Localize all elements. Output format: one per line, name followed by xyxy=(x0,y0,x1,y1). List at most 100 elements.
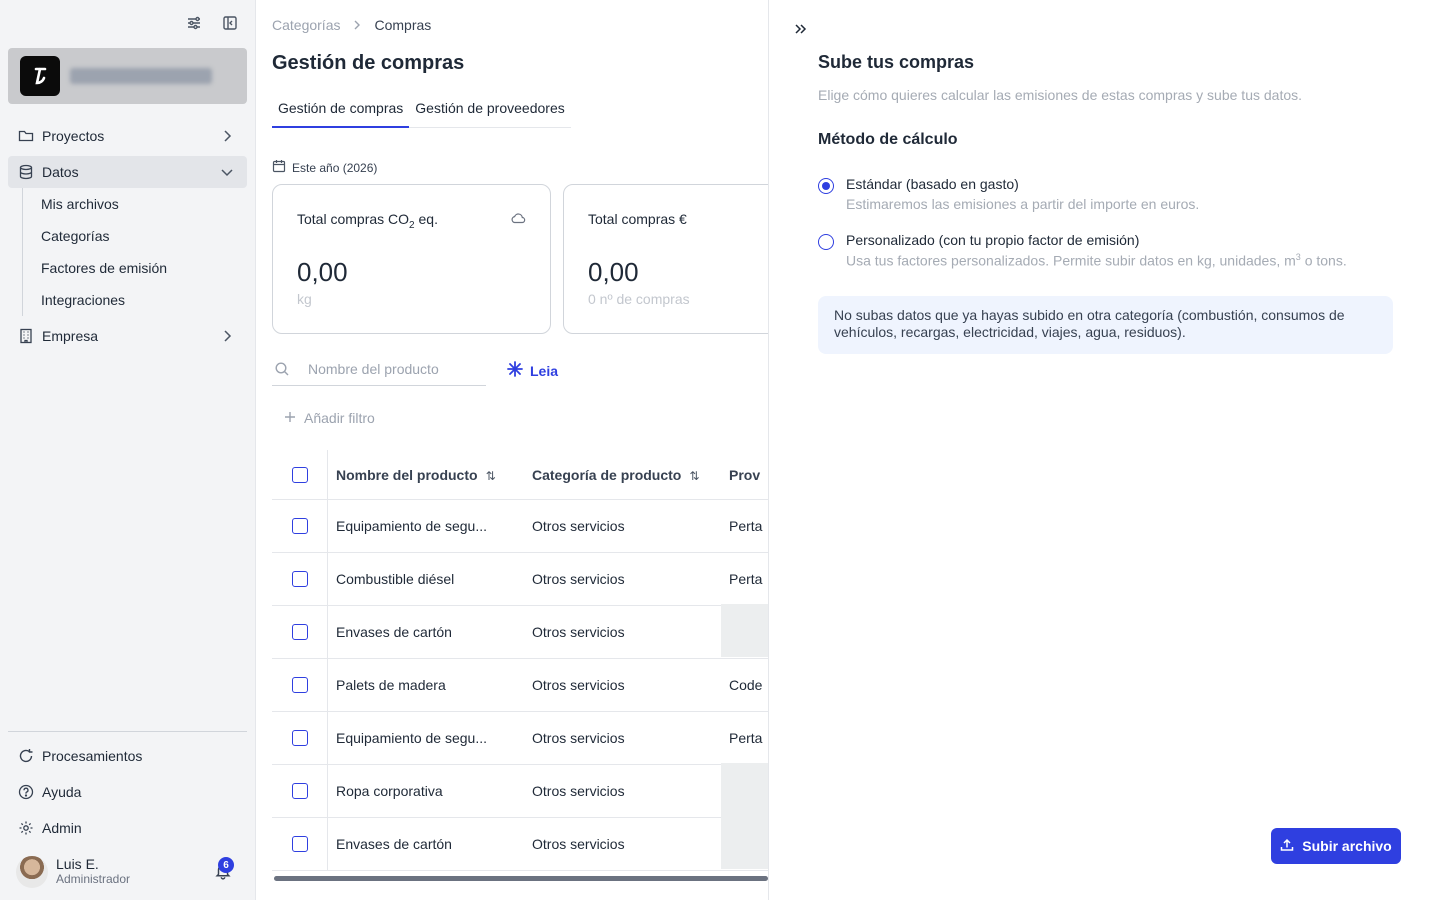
sidebar-toggle-icon[interactable] xyxy=(221,14,239,32)
organization-switcher[interactable] xyxy=(8,48,247,104)
row-checkbox[interactable] xyxy=(291,624,308,640)
sidebar-item-label: Ayuda xyxy=(42,784,82,800)
add-filter-button[interactable]: Añadir filtro xyxy=(284,410,375,426)
kpi-unit: kg xyxy=(297,291,312,307)
option-label: Personalizado (con tu propio factor de e… xyxy=(846,232,1140,248)
cell-category: Otros servicios xyxy=(532,624,625,640)
kpi-card-euros: Total compras € 0,00 0 nº de compras xyxy=(563,184,768,334)
tab-gestion-proveedores[interactable]: Gestión de proveedores xyxy=(409,96,570,128)
cell-category: Otros servicios xyxy=(532,571,625,587)
sidebar-item-label: Admin xyxy=(42,820,82,836)
sidebar-subitem-integraciones[interactable]: Integraciones xyxy=(41,284,247,316)
cell-product: Envases de cartón xyxy=(336,836,452,852)
cell-product: Equipamiento de segu... xyxy=(336,730,487,746)
plus-icon xyxy=(284,410,296,426)
cell-category: Otros servicios xyxy=(532,783,625,799)
avatar xyxy=(16,856,48,888)
organization-logo xyxy=(20,56,60,96)
row-checkbox[interactable] xyxy=(291,571,308,587)
kpi-value: 0,00 xyxy=(297,257,348,287)
cell-provider-redacted xyxy=(721,763,768,819)
cell-product: Ropa corporativa xyxy=(336,783,443,799)
chevron-right-icon xyxy=(352,18,362,33)
horizontal-scrollbar[interactable] xyxy=(274,876,768,881)
cell-provider: Perta xyxy=(729,730,763,746)
cloud-icon xyxy=(510,211,526,225)
user-role: Administrador xyxy=(56,872,131,886)
row-checkbox[interactable] xyxy=(291,677,308,693)
sidebar-bottom-nav: Procesamientos Ayuda Admin xyxy=(8,731,247,844)
breadcrumb-parent[interactable]: Categorías xyxy=(272,17,340,33)
kpi-card-co2: Total compras CO2 eq. 0,00 kg xyxy=(272,184,551,334)
sliders-icon[interactable] xyxy=(185,14,203,32)
purchases-table: Nombre del producto ⇅ Categoría de produc… xyxy=(272,450,768,871)
sidebar-item-label: Proyectos xyxy=(42,128,105,144)
sidebar-item-proyectos[interactable]: Proyectos xyxy=(8,120,247,152)
sidebar-item-ayuda[interactable]: Ayuda xyxy=(8,776,247,808)
option-help: Usa tus factores personalizados. Permite… xyxy=(846,252,1347,269)
search-field[interactable]: Nombre del producto xyxy=(272,352,486,386)
row-checkbox[interactable] xyxy=(291,518,308,534)
upload-icon xyxy=(1280,838,1294,855)
collapse-panel-icon[interactable] xyxy=(793,22,809,38)
column-header-product[interactable]: Nombre del producto ⇅ xyxy=(328,467,524,483)
chevron-down-icon xyxy=(219,164,235,180)
table-header: Nombre del producto ⇅ Categoría de produc… xyxy=(272,450,768,500)
column-header-category[interactable]: Categoría de producto ⇅ xyxy=(524,467,729,483)
upload-file-button[interactable]: Subir archivo xyxy=(1271,828,1401,864)
select-all-checkbox[interactable] xyxy=(291,466,308,483)
row-checkbox[interactable] xyxy=(291,836,308,852)
option-custom[interactable]: Personalizado (con tu propio factor de e… xyxy=(818,232,1347,269)
period-selector[interactable]: Este año (2026) xyxy=(272,159,377,176)
option-standard[interactable]: Estándar (basado en gasto) Estimaremos l… xyxy=(818,176,1199,212)
sidebar-top-actions xyxy=(185,14,239,32)
kpi-value: 0,00 xyxy=(588,257,639,287)
sidebar-subitem-mis-archivos[interactable]: Mis archivos xyxy=(41,188,247,220)
chevron-right-icon xyxy=(219,128,235,144)
table-row[interactable]: Envases de cartón Otros servicios xyxy=(272,816,768,872)
duplicate-data-notice: No subas datos que ya hayas subido en ot… xyxy=(818,296,1393,354)
table-row[interactable]: Envases de cartón Otros servicios xyxy=(272,604,768,659)
radio-custom[interactable] xyxy=(818,234,834,250)
sidebar-item-empresa[interactable]: Empresa xyxy=(8,320,247,352)
datos-submenu: Mis archivos Categorías Factores de emis… xyxy=(22,188,247,316)
gear-icon xyxy=(18,820,34,836)
organization-name-redacted xyxy=(70,68,212,84)
calendar-icon xyxy=(272,159,286,176)
sidebar-item-datos[interactable]: Datos xyxy=(8,156,247,188)
radio-standard[interactable] xyxy=(818,178,834,194)
panel-description: Elige cómo quieres calcular las emisione… xyxy=(818,87,1303,103)
kpi-title: Total compras CO2 eq. xyxy=(297,211,438,231)
sidebar-subitem-categorias[interactable]: Categorías xyxy=(41,220,247,252)
table-row[interactable]: Combustible diésel Otros servicios Perta xyxy=(272,553,768,606)
sidebar-item-procesamientos[interactable]: Procesamientos xyxy=(8,740,247,772)
main-content: Categorías Compras Gestión de compras Ge… xyxy=(256,0,768,900)
user-profile[interactable]: Luis E. Administrador 6 xyxy=(16,856,240,888)
building-icon xyxy=(18,328,34,344)
leia-button[interactable]: Leia xyxy=(506,360,558,381)
bell-icon[interactable]: 6 xyxy=(214,857,234,880)
sidebar-subitem-factores-emision[interactable]: Factores de emisión xyxy=(41,252,247,284)
sidebar-item-label: Datos xyxy=(42,164,79,180)
column-header-provider[interactable]: Prov xyxy=(729,467,768,483)
kpi-title: Total compras € xyxy=(588,211,687,227)
table-row[interactable]: Ropa corporativa Otros servicios xyxy=(272,763,768,819)
notification-badge: 6 xyxy=(218,857,234,873)
cell-category: Otros servicios xyxy=(532,518,625,534)
row-checkbox[interactable] xyxy=(291,730,308,746)
table-row[interactable]: Equipamiento de segu... Otros servicios … xyxy=(272,500,768,553)
search-input[interactable]: Nombre del producto xyxy=(308,361,439,377)
sidebar-item-admin[interactable]: Admin xyxy=(8,812,247,844)
user-name: Luis E. xyxy=(56,856,99,872)
table-row[interactable]: Palets de madera Otros servicios Code xyxy=(272,659,768,712)
table-row[interactable]: Equipamiento de segu... Otros servicios … xyxy=(272,712,768,765)
tab-bar: Gestión de compras Gestión de proveedore… xyxy=(272,96,571,128)
sidebar: Proyectos Datos Mis archivos Categorías … xyxy=(0,0,256,900)
tab-gestion-compras[interactable]: Gestión de compras xyxy=(272,96,410,128)
cell-provider-redacted xyxy=(721,816,768,872)
cell-provider: Perta xyxy=(729,571,763,587)
row-checkbox[interactable] xyxy=(291,783,308,799)
sparkle-icon xyxy=(506,360,524,381)
sidebar-item-label: Empresa xyxy=(42,328,99,344)
panel-title: Sube tus compras xyxy=(818,52,975,72)
